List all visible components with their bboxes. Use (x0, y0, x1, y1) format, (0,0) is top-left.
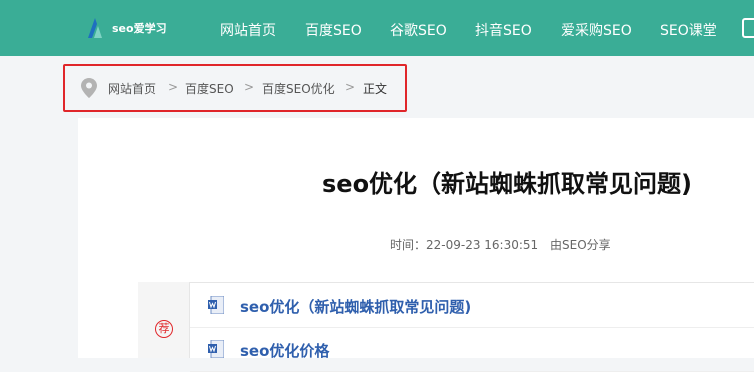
recommend-stamp-icon: 荐 (155, 320, 173, 338)
nav-item-aicaigou-seo[interactable]: 爱采购SEO (561, 20, 632, 40)
site-logo[interactable]: seo爱学习 (84, 14, 167, 42)
nav-item-baidu-seo[interactable]: 百度SEO (305, 20, 362, 40)
breadcrumb-home[interactable]: 网站首页 (108, 80, 156, 97)
breadcrumb: 网站首页 > 百度SEO > 百度SEO优化 > 正文 (63, 64, 407, 112)
word-doc-icon (208, 340, 224, 358)
article-author: 由SEO分享 (550, 238, 611, 252)
nav-item-douyin-seo[interactable]: 抖音SEO (475, 20, 532, 40)
top-nav-bar: seo爱学习 网站首页 百度SEO 谷歌SEO 抖音SEO 爱采购SEO SEO… (0, 0, 754, 56)
word-doc-icon (208, 296, 224, 314)
breadcrumb-current: 正文 (363, 82, 388, 96)
recommend-link[interactable]: seo优化（新站蜘蛛抓取常见问题) (240, 296, 471, 317)
article-title: seo优化（新站蜘蛛抓取常见问题) (322, 170, 693, 198)
list-item[interactable]: seo优化价格 (190, 328, 754, 372)
location-pin-icon (81, 78, 97, 98)
nav-item-seo-class[interactable]: SEO课堂 (660, 20, 717, 40)
breadcrumb-separator: > (244, 80, 255, 94)
breadcrumb-baidu-seo[interactable]: 百度SEO (185, 80, 234, 97)
logo-icon (88, 18, 102, 38)
breadcrumb-baidu-seo-optimize[interactable]: 百度SEO优化 (262, 80, 335, 97)
article-time: 时间：22-09-23 16:30:51 (390, 238, 539, 252)
breadcrumb-separator: > (168, 80, 179, 94)
nav-item-home[interactable]: 网站首页 (220, 20, 276, 40)
breadcrumb-separator: > (345, 80, 356, 94)
menu-icon[interactable] (742, 18, 754, 38)
nav-item-google-seo[interactable]: 谷歌SEO (390, 20, 447, 40)
list-item[interactable]: seo优化（新站蜘蛛抓取常见问题) (190, 284, 754, 328)
logo-text: seo爱学习 (112, 22, 167, 35)
